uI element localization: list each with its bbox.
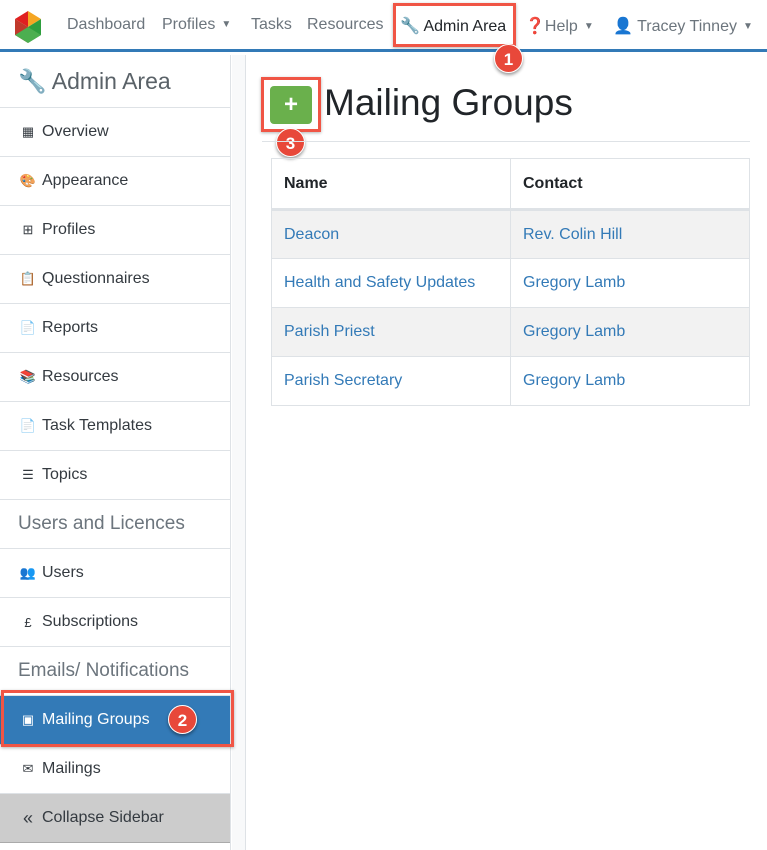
table-header: Name Contact <box>271 158 750 211</box>
nav-user-menu[interactable]: 👤 Tracey Tinney ▼ <box>613 16 753 36</box>
divider <box>262 141 750 142</box>
chevrons-left-icon: « <box>22 807 33 828</box>
column-header-contact[interactable]: Contact <box>510 158 750 211</box>
nav-user-label: Tracey Tinney <box>637 18 737 35</box>
label: Collapse Sidebar <box>42 809 164 826</box>
question-circle-icon: ❓ <box>525 18 545 35</box>
nav-tasks[interactable]: Tasks <box>251 16 292 34</box>
sidebar-item-task-templates[interactable]: 📄 Task Templates <box>0 402 230 451</box>
group-name-link[interactable]: Health and Safety Updates <box>271 258 511 308</box>
contact-link[interactable]: Rev. Colin Hill <box>510 209 750 259</box>
highlight-box-add <box>261 77 321 132</box>
nav-resources[interactable]: Resources <box>307 16 383 34</box>
nav-help-label: Help <box>544 18 578 35</box>
users-cog-icon: 👥 <box>19 565 37 580</box>
annotation-badge-1: 1 <box>494 44 523 73</box>
user-icon: 👤 <box>613 18 633 35</box>
table-row: Health and Safety Updates Gregory Lamb <box>271 258 750 308</box>
column-header-name[interactable]: Name <box>271 158 511 211</box>
sidebar-gutter <box>232 55 246 850</box>
sidebar-title: 🔧 Admin Area <box>0 55 230 108</box>
app-logo[interactable] <box>13 11 43 43</box>
nav-profiles[interactable]: Profiles ▼ <box>162 16 231 34</box>
nav-help[interactable]: ❓Help ▼ <box>525 16 594 36</box>
file-export-icon: 📄 <box>19 320 37 335</box>
annotation-badge-2: 2 <box>168 705 197 734</box>
clipboard-check-icon: 📋 <box>19 271 37 286</box>
annotation-badge-3: 3 <box>276 128 305 157</box>
sidebar-title-text: Admin Area <box>51 68 171 94</box>
sidebar-item-appearance[interactable]: 🎨 Appearance <box>0 157 230 206</box>
label: Mailings <box>42 760 101 777</box>
group-name-link[interactable]: Parish Priest <box>271 307 511 357</box>
contact-link[interactable]: Gregory Lamb <box>510 258 750 308</box>
sidebar-section-emails: Emails/ Notifications <box>0 647 230 696</box>
sidebar-item-mailings[interactable]: ✉ Mailings <box>0 745 230 794</box>
page-title: Mailing Groups <box>324 82 573 123</box>
mailing-groups-table: Name Contact Deacon Rev. Colin Hill Health… <box>271 158 750 406</box>
sidebar-item-questionnaires[interactable]: 📋 Questionnaires <box>0 255 230 304</box>
books-icon: 📚 <box>19 369 37 384</box>
table-row: Parish Secretary Gregory Lamb <box>271 356 750 406</box>
sidebar-item-reports[interactable]: 📄 Reports <box>0 304 230 353</box>
envelope-icon: ✉ <box>22 761 34 776</box>
label: Resources <box>42 368 119 385</box>
top-navbar: Dashboard Profiles ▼ Tasks Resources 🔧 Ad… <box>0 0 767 52</box>
caret-down-icon: ▼ <box>221 19 232 30</box>
caret-down-icon: ▼ <box>583 21 594 32</box>
label: Appearance <box>42 172 129 189</box>
sidebar-item-resources[interactable]: 📚 Resources <box>0 353 230 402</box>
label: Questionnaires <box>42 270 150 287</box>
label: Task Templates <box>42 417 152 434</box>
label: Profiles <box>42 221 96 238</box>
sidebar-item-profiles[interactable]: ⊞ Profiles <box>0 206 230 255</box>
nav-profiles-label: Profiles <box>162 16 216 33</box>
highlight-box-mailing-groups <box>1 690 234 747</box>
file-icon: 📄 <box>19 418 37 433</box>
caret-down-icon: ▼ <box>742 21 753 32</box>
label: Users <box>42 564 84 581</box>
sidebar-item-users[interactable]: 👥 Users <box>0 549 230 598</box>
nav-dashboard[interactable]: Dashboard <box>67 16 145 34</box>
wrench-icon: 🔧 <box>18 68 47 94</box>
collapse-sidebar-button[interactable]: « Collapse Sidebar <box>0 794 230 843</box>
group-name-link[interactable]: Parish Secretary <box>271 356 511 406</box>
contact-link[interactable]: Gregory Lamb <box>510 307 750 357</box>
sidebar-item-subscriptions[interactable]: £ Subscriptions <box>0 598 230 647</box>
table-row: Deacon Rev. Colin Hill <box>271 209 750 259</box>
sidebar-section-users: Users and Licences <box>0 500 230 549</box>
highlight-box-admin <box>393 3 516 47</box>
group-name-link[interactable]: Deacon <box>271 209 511 259</box>
label: Subscriptions <box>42 613 139 630</box>
pound-icon: £ <box>24 614 32 630</box>
grid-icon: ▦ <box>21 124 35 139</box>
list-icon: ☰ <box>22 467 34 482</box>
label: Topics <box>42 466 88 483</box>
label: Overview <box>42 123 109 140</box>
contact-link[interactable]: Gregory Lamb <box>510 356 750 406</box>
palette-icon: 🎨 <box>19 173 37 188</box>
sidebar-item-topics[interactable]: ☰ Topics <box>0 451 230 500</box>
table-row: Parish Priest Gregory Lamb <box>271 307 750 357</box>
sidebar-item-overview[interactable]: ▦ Overview <box>0 108 230 157</box>
label: Reports <box>42 319 99 336</box>
sitemap-icon: ⊞ <box>22 222 34 237</box>
